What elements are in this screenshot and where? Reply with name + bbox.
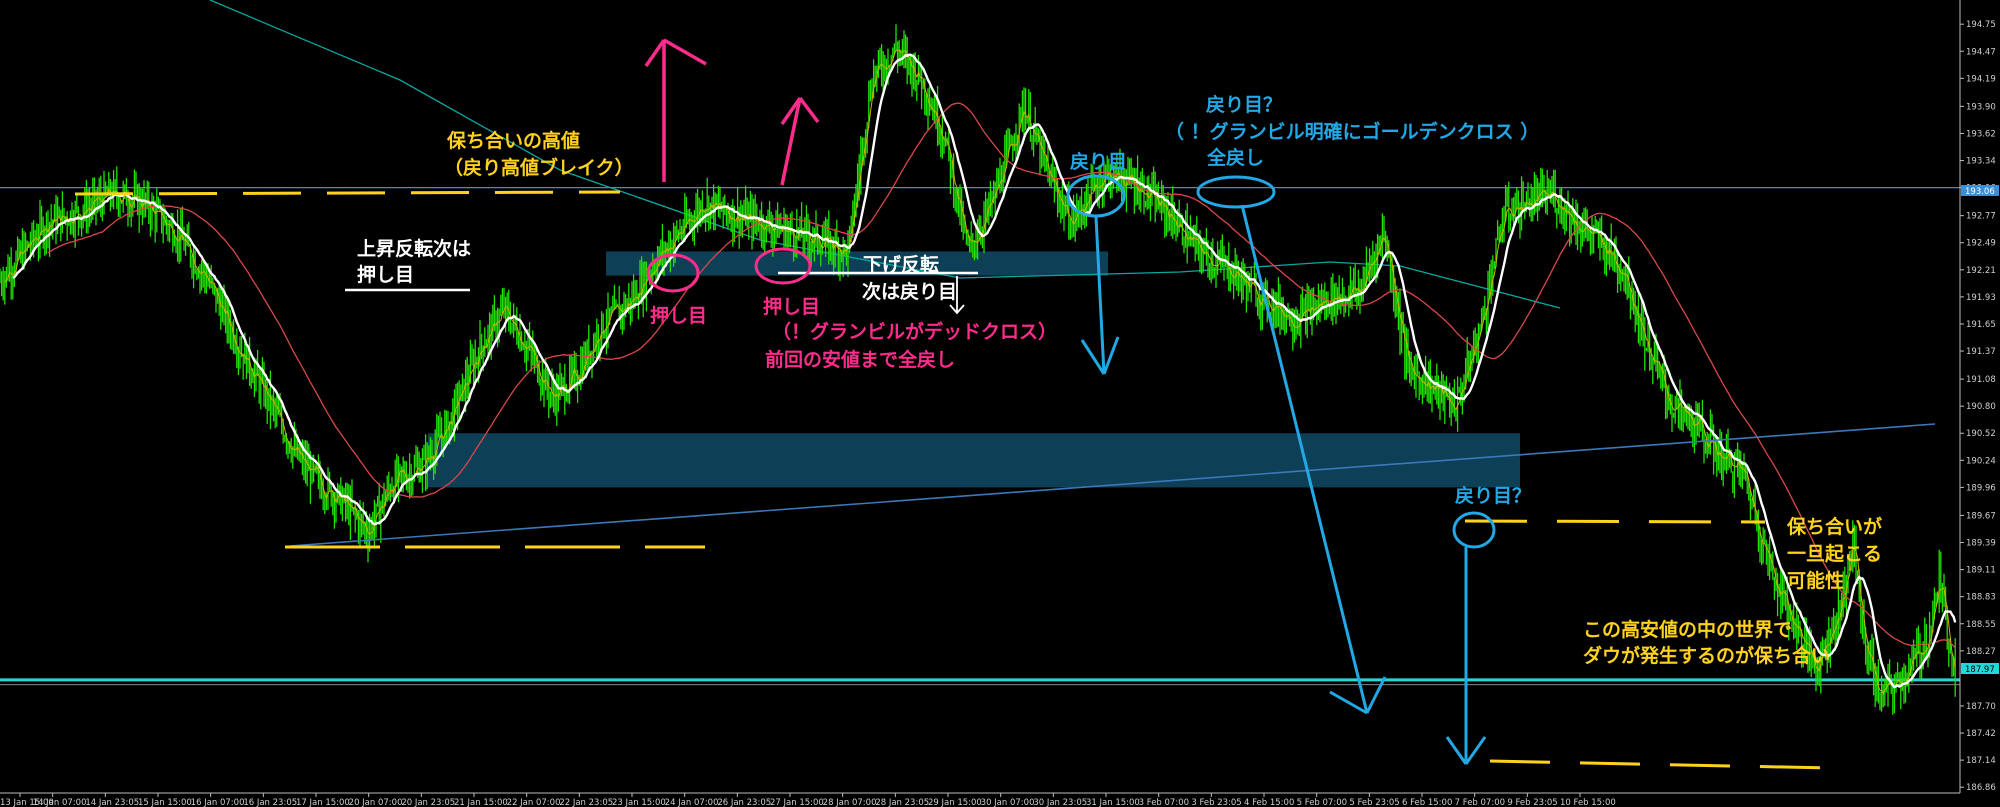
time-tick-label: 21 Jan 15:00 [454, 798, 508, 807]
annotation-full-retrace: 前回の安値まで全戻し [765, 348, 955, 371]
price-tick-label: 193.34 [1966, 157, 1996, 167]
annotation-rally-2: 戻り目？ [1206, 93, 1282, 116]
time-tick-label: 14 Jan 23:05 [85, 798, 139, 807]
time-tick-label: 30 Jan 07:00 [981, 798, 1035, 807]
time-tick-label: 3 Feb 07:00 [1139, 798, 1189, 807]
annotation-range-high-sub: （戻り高値ブレイク） [444, 156, 634, 179]
price-tick-label: 188.27 [1966, 647, 1996, 657]
price-chart: 186.86 187.14 187.42 187.70 188.27 188.55 188.… [0, 0, 2000, 807]
price-tick-label: 189.11 [1966, 566, 1996, 576]
annotation-next-rally: 次は戻り目 [862, 280, 957, 303]
chart-background [0, 0, 2000, 807]
time-tick-label: 4 Feb 15:00 [1244, 798, 1294, 807]
price-tick-label: 190.52 [1966, 429, 1996, 439]
price-tick-label: 193.62 [1966, 129, 1996, 139]
annotation-rally-1: 戻り目 [1070, 150, 1127, 173]
annotation-uptrend-sub: 押し目 [357, 263, 414, 286]
price-tick-label: 190.80 [1966, 402, 1996, 412]
time-tick-label: 20 Jan 23:05 [401, 798, 455, 807]
time-tick-label: 5 Feb 07:00 [1297, 798, 1347, 807]
time-tick-label: 30 Jan 23:05 [1033, 798, 1087, 807]
annotation-down-reversal: 下げ反転 [863, 254, 939, 276]
zone-1 [428, 433, 1520, 488]
time-tick-label: 23 Jan 15:00 [612, 798, 666, 807]
annotation-full-retrace-2: 全戻し [1206, 146, 1264, 169]
annotation-uptrend: 上昇反転次は [357, 237, 471, 260]
price-tick-label: 193.90 [1966, 102, 1996, 112]
price-tick-label: 188.55 [1966, 620, 1996, 630]
price-tick-label: 191.08 [1966, 375, 1996, 385]
time-tick-label: 6 Feb 15:00 [1402, 798, 1452, 807]
annotation-deadcross: （！グランビルがデッドクロス） [772, 320, 1057, 343]
time-tick-label: 24 Jan 07:00 [665, 798, 719, 807]
price-tick-label: 187.14 [1966, 756, 1996, 766]
annotation-rally-3: 戻り目？ [1455, 484, 1531, 507]
price-tick-label: 186.86 [1966, 783, 1996, 793]
price-tick-label: 189.67 [1966, 511, 1996, 521]
time-tick-label: 22 Jan 23:05 [559, 798, 613, 807]
time-tick-label: 3 Feb 23:05 [1191, 798, 1241, 807]
current-price-label-1: 193.06 [1965, 187, 1995, 197]
price-tick-label: 191.37 [1966, 347, 1996, 357]
price-tick-label: 191.93 [1966, 293, 1996, 303]
price-tick-label: 187.70 [1966, 702, 1996, 712]
price-tick-label: 194.47 [1966, 47, 1996, 57]
annotation-pullback-1: 押し目 [650, 304, 707, 327]
time-tick-label: 16 Jan 23:05 [243, 798, 297, 807]
time-tick-label: 17 Jan 15:00 [296, 798, 350, 807]
time-tick-label: 31 Jan 15:00 [1086, 798, 1140, 807]
price-tick-label: 187.42 [1966, 729, 1996, 739]
time-tick-label: 22 Jan 07:00 [507, 798, 561, 807]
annotation-dow-1: この高安値の中の世界で [1583, 618, 1792, 641]
annotation-goldencross: （ ！グランビル明確にゴールデンクロス ） [1165, 120, 1539, 143]
price-tick-label: 192.21 [1966, 266, 1996, 276]
price-tick-label: 188.83 [1966, 593, 1996, 603]
current-price-label-2: 187.97 [1965, 665, 1995, 675]
price-tick-label: 192.77 [1966, 212, 1996, 222]
price-tick-label: 192.49 [1966, 239, 1996, 249]
annotation-range-possible-1: 保ち合いが [1786, 515, 1882, 538]
time-tick-label: 15 Jan 15:00 [138, 798, 192, 807]
annotation-dow-2: ダウが発生するのが保ち合い [1583, 644, 1830, 667]
price-tick-label: 189.96 [1966, 483, 1996, 493]
time-tick-label: 16 Jan 07:00 [191, 798, 245, 807]
time-tick-label: 29 Jan 15:00 [928, 798, 982, 807]
time-tick-label: 28 Jan 23:05 [875, 798, 929, 807]
time-tick-label: 26 Jan 23:05 [717, 798, 771, 807]
annotation-range-possible-2: 一旦起こる [1787, 543, 1882, 565]
annotation-pullback-2: 押し目 [763, 295, 820, 318]
price-tick-label: 190.24 [1966, 456, 1996, 466]
time-tick-label: 20 Jan 07:00 [349, 798, 403, 807]
annotation-range-high: 保ち合いの高値 [446, 129, 580, 152]
time-tick-label: 14 Jan 07:00 [33, 798, 87, 807]
price-tick-label: 189.39 [1966, 539, 1996, 549]
annotation-range-possible-3: 可能性 [1787, 569, 1844, 592]
time-tick-label: 5 Feb 23:05 [1349, 798, 1399, 807]
time-tick-label: 10 Feb 15:00 [1560, 798, 1616, 807]
time-tick-label: 27 Jan 15:00 [770, 798, 824, 807]
price-tick-label: 194.19 [1966, 74, 1996, 84]
price-tick-label: 194.75 [1966, 20, 1996, 30]
time-tick-label: 7 Feb 07:00 [1455, 798, 1505, 807]
price-tick-label: 191.65 [1966, 320, 1996, 330]
time-tick-label: 9 Feb 23:05 [1507, 798, 1557, 807]
time-tick-label: 28 Jan 07:00 [823, 798, 877, 807]
